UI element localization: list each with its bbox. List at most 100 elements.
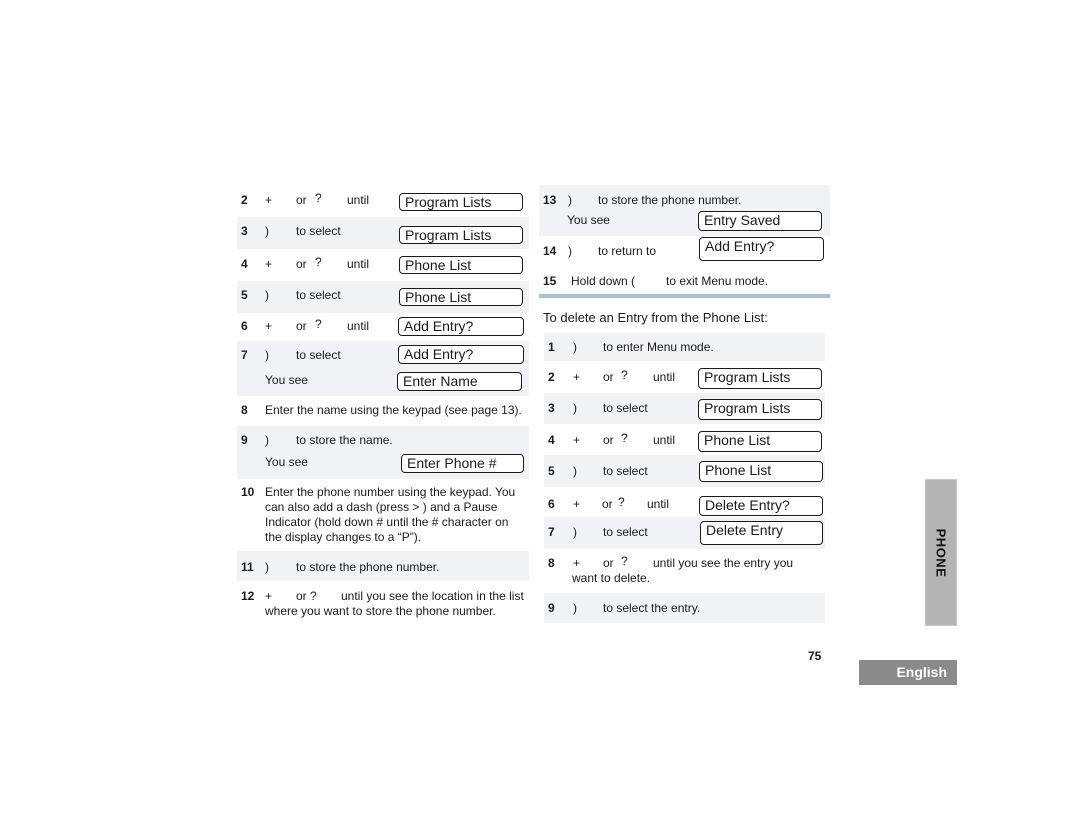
section-tab-phone: PHONE [925, 479, 957, 626]
step-row: 8 Enter the name using the keypad (see p… [237, 396, 529, 426]
left-column: 2 + or ? until Program Lists 3 ) to sele… [237, 185, 529, 625]
step-row: 5 ) to select Phone List [237, 281, 529, 313]
step-text: until you see the location in the list [341, 589, 524, 603]
display-screen: Program Lists [698, 368, 822, 389]
or-text: or [603, 556, 614, 570]
you-see-label: You see [265, 455, 308, 469]
step-row: 7 ) to select Add Entry? You see Enter N… [237, 341, 529, 396]
right-column: 13 ) to store the phone number. You see … [539, 185, 831, 625]
up-key-icon: + [265, 319, 273, 333]
step-number: 4 [548, 433, 555, 447]
display-screen: Add Entry? [398, 317, 524, 336]
step-row: 3 ) to select Program Lists [237, 217, 529, 249]
up-key-icon: + [573, 556, 581, 570]
step-number: 2 [548, 370, 555, 384]
display-screen: Add Entry? [699, 237, 824, 261]
or-text: or [603, 370, 614, 384]
step-number: 9 [548, 601, 555, 615]
step-row: 10 Enter the phone number using the keyp… [237, 479, 529, 551]
step-row: 13 ) to store the phone number. You see … [539, 185, 830, 236]
select-key-icon: ) [568, 193, 572, 207]
step-text: until [653, 433, 676, 447]
up-key-icon: + [265, 257, 273, 271]
up-key-icon: + [265, 589, 273, 603]
step-row: 2 + or ? until Program Lists [237, 185, 529, 217]
section-heading: To delete an Entry from the Phone List: [543, 310, 768, 325]
step-number: 5 [241, 288, 248, 302]
step-number: 8 [548, 556, 555, 570]
you-see-label: You see [265, 373, 308, 387]
up-key-icon: + [265, 193, 273, 207]
step-row: 9 ) to store the name. You see Enter Pho… [237, 426, 529, 479]
display-screen: Phone List [698, 431, 822, 452]
down-key-icon: ? [621, 431, 628, 445]
step-row: 1 ) to enter Menu mode. [544, 333, 825, 361]
page-number: 75 [808, 649, 822, 663]
up-key-icon: + [573, 370, 581, 384]
down-key-icon: ? [315, 255, 322, 269]
step-text: until [347, 257, 370, 271]
step-text: to select [603, 525, 648, 539]
step-text: Enter the name using the keypad (see pag… [265, 403, 522, 417]
step-text: to store the phone number. [598, 193, 742, 207]
step-text: to select [296, 224, 341, 238]
step-text: until [653, 370, 676, 384]
step-number: 7 [548, 525, 555, 539]
select-key-icon: ) [573, 525, 577, 539]
step-number: 5 [548, 464, 555, 478]
step-row: 9 ) to select the entry. [544, 593, 825, 623]
step-number: 11 [241, 560, 254, 574]
step-number: 3 [548, 401, 555, 415]
step-number: 13 [543, 193, 557, 207]
step-number: 6 [548, 497, 555, 511]
display-screen: Enter Phone # [401, 454, 524, 473]
step-text: until you see the entry you [653, 556, 794, 570]
down-key-icon: ? [315, 191, 322, 205]
step-text: until [347, 319, 370, 333]
down-key-icon: ? [621, 554, 628, 568]
step-text: to select [603, 464, 648, 478]
display-screen: Program Lists [399, 226, 523, 244]
step-number: 14 [543, 244, 557, 258]
language-tab: English [859, 660, 957, 685]
display-screen: Program Lists [399, 193, 523, 211]
down-key-icon: ? [315, 317, 322, 331]
step-text: to store the phone number. [296, 560, 440, 574]
step-row: 8 + or ? until you see the entry you wan… [544, 549, 825, 593]
down-key-icon: ? [618, 495, 625, 509]
down-key-icon: ? [621, 368, 628, 382]
step-row: 7 ) to select Delete Entry [544, 517, 825, 549]
step-number: 15 [543, 274, 557, 288]
step-number: 7 [241, 348, 248, 362]
display-screen: Delete Entry? [699, 496, 823, 516]
up-key-icon: + [573, 497, 581, 511]
select-key-icon: ) [573, 464, 577, 478]
select-key-icon: ) [573, 601, 577, 615]
display-screen: Entry Saved [698, 211, 822, 231]
or-text: or [602, 497, 613, 511]
display-screen: Enter Name [397, 372, 522, 391]
step-text: to select [296, 288, 341, 302]
step-row: 5 ) to select Phone List [544, 455, 825, 487]
step-number: 2 [241, 193, 248, 207]
display-screen: Program Lists [698, 399, 822, 420]
step-number: 10 [241, 485, 255, 499]
select-key-icon: ) [265, 560, 269, 574]
step-text: to return to [598, 244, 657, 258]
select-key-icon: ) [568, 244, 572, 258]
select-key-icon: ) [265, 224, 269, 238]
step-text: to select [603, 401, 648, 415]
you-see-label: You see [567, 213, 610, 227]
display-screen: Phone List [399, 256, 523, 274]
step-text: to select [296, 348, 341, 362]
step-row: 6 + or ? until Add Entry? [237, 313, 529, 341]
step-number: 3 [241, 224, 248, 238]
step-text-continued: want to delete. [572, 571, 651, 585]
or-text: or [296, 257, 307, 271]
select-key-icon: ) [265, 348, 269, 362]
step-text: Enter the phone number using the keypad.… [265, 485, 516, 544]
step-text-continued: to exit Menu mode. [666, 274, 769, 288]
or-text: or ? [296, 589, 317, 603]
step-text-continued: where you want to store the phone number… [265, 604, 496, 618]
step-row: 11 ) to store the phone number. [237, 551, 529, 581]
